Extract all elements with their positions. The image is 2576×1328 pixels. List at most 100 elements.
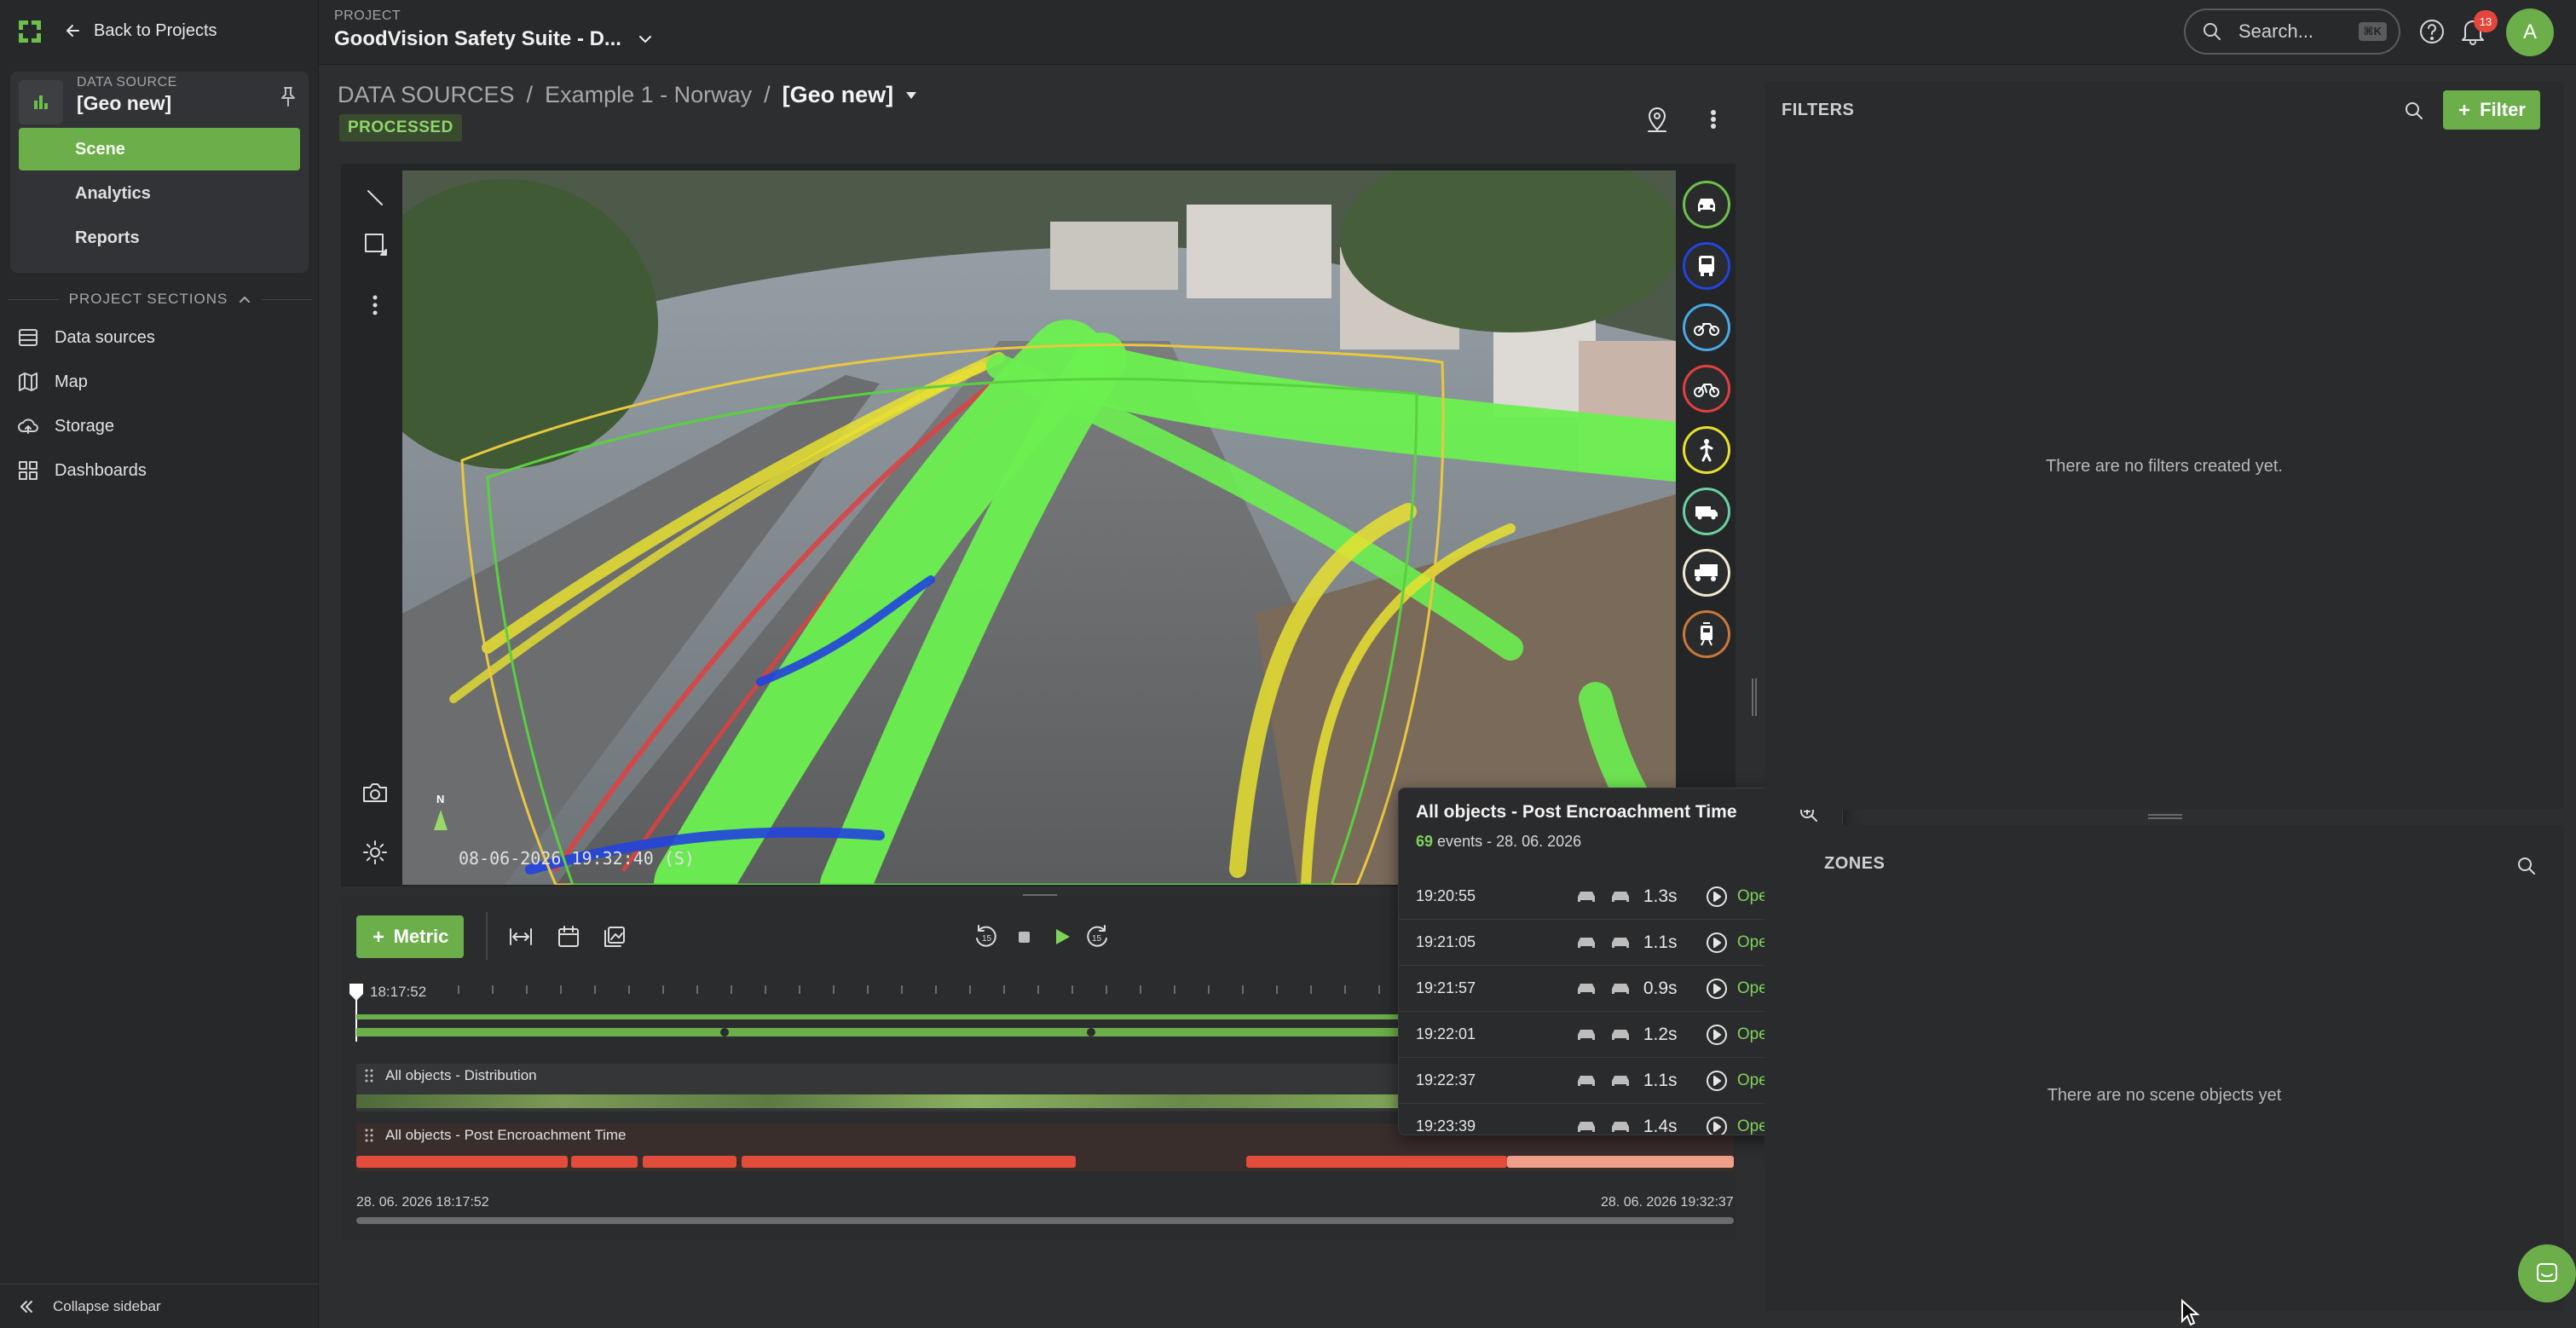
- nav-item-label: Scene: [75, 139, 125, 159]
- zones-panel: ZONES There are no scene objects yet: [1765, 825, 2564, 1311]
- project-selector[interactable]: GoodVision Safety Suite - D...: [334, 27, 654, 51]
- calendar-icon[interactable]: [554, 922, 583, 951]
- search-icon: [2203, 23, 2221, 40]
- vehicle-pair-icons: [1575, 1118, 1632, 1135]
- pin-icon[interactable]: [278, 85, 298, 107]
- project-sections-header[interactable]: PROJECT SECTIONS: [9, 286, 312, 312]
- gallery-icon[interactable]: [600, 922, 629, 951]
- chat-support-button[interactable]: [2518, 1244, 2576, 1302]
- add-filter-button[interactable]: Filter: [2443, 90, 2540, 130]
- horizontal-resize-handle[interactable]: [1751, 678, 1758, 716]
- van-icon[interactable]: [1683, 488, 1730, 535]
- caret-down-icon[interactable]: [905, 91, 917, 100]
- pet-event-bars: [356, 1156, 1734, 1168]
- event-time: 19:22:37: [1416, 1071, 1476, 1088]
- play-circle-icon[interactable]: [1705, 1023, 1729, 1047]
- search-shortcut-badge: ⌘K: [2358, 22, 2387, 41]
- play-circle-icon[interactable]: [1705, 1115, 1729, 1136]
- pedestrian-icon[interactable]: [1683, 426, 1730, 474]
- fit-width-icon[interactable]: [506, 922, 535, 951]
- play-circle-icon[interactable]: [1705, 1069, 1729, 1093]
- bar-chart-icon: [19, 80, 63, 124]
- filters-title: FILTERS: [1782, 101, 1855, 119]
- map-icon: [19, 372, 38, 391]
- panel-split-handle[interactable]: [2148, 813, 2182, 820]
- project-caption: PROJECT: [334, 9, 401, 23]
- event-duration: 1.2s: [1643, 1024, 1678, 1044]
- camera-scene[interactable]: N 08-06-2026 19:32:40 (S): [402, 170, 1676, 885]
- plus-icon: [373, 932, 384, 942]
- car-icon: [1611, 1029, 1629, 1040]
- search-placeholder: Search...: [2238, 20, 2314, 42]
- more-vertical-icon[interactable]: [1696, 102, 1730, 136]
- cloud-upload-icon: [18, 419, 38, 434]
- sidebar-item-dashboards[interactable]: Dashboards: [17, 453, 147, 488]
- back-to-projects-link[interactable]: Back to Projects: [65, 17, 217, 44]
- breadcrumb-data-sources[interactable]: DATA SOURCES: [338, 82, 515, 108]
- add-metric-button[interactable]: Metric: [356, 915, 464, 958]
- search-input[interactable]: Search... ⌘K: [2184, 9, 2400, 55]
- nav-item-analytics[interactable]: Analytics: [19, 172, 300, 215]
- breadcrumb-separator: /: [764, 82, 771, 107]
- collapse-sidebar-button[interactable]: Collapse sidebar: [0, 1284, 319, 1328]
- play-icon[interactable]: [1047, 922, 1076, 951]
- help-icon[interactable]: [2417, 17, 2446, 46]
- breadcrumb-current[interactable]: [Geo new]: [783, 82, 894, 108]
- search-zones-icon[interactable]: [2515, 854, 2538, 878]
- nav-item-scene[interactable]: Scene: [19, 128, 300, 170]
- drag-handle-icon[interactable]: [365, 1068, 373, 1083]
- zones-title: ZONES: [1824, 854, 1886, 873]
- avatar[interactable]: A: [2506, 9, 2554, 56]
- rewind-15-icon[interactable]: 15: [972, 922, 1001, 951]
- sidebar-item-data-sources[interactable]: Data sources: [17, 320, 155, 355]
- zones-empty-message: There are no scene objects yet: [2047, 1086, 2282, 1105]
- drag-handle-icon[interactable]: [365, 1128, 373, 1143]
- sidebar-item-map[interactable]: Map: [17, 365, 88, 399]
- tram-icon[interactable]: [1683, 610, 1730, 658]
- mouse-cursor: [2180, 1299, 2201, 1326]
- track-label: All objects - Distribution: [385, 1067, 537, 1083]
- play-circle-icon[interactable]: [1705, 977, 1729, 1001]
- nav-item-reports[interactable]: Reports: [19, 217, 300, 259]
- geo-pin-icon[interactable]: [1640, 102, 1674, 136]
- chevron-up-icon: [240, 297, 251, 303]
- status-badge: PROCESSED: [339, 114, 462, 141]
- event-count: 69: [1416, 833, 1434, 850]
- plus-icon: [2459, 105, 2470, 115]
- more-tools-icon[interactable]: [355, 285, 396, 326]
- stop-icon[interactable]: [1009, 922, 1038, 951]
- line-tool-icon[interactable]: [355, 177, 396, 218]
- play-circle-icon[interactable]: [1705, 931, 1729, 955]
- sidebar-item-label: Map: [55, 372, 88, 391]
- motorbike-icon[interactable]: [1683, 303, 1730, 351]
- vehicle-pair-icons: [1575, 1072, 1632, 1089]
- sidebar-item-label: Storage: [55, 416, 115, 436]
- search-filters-icon[interactable]: [2402, 99, 2426, 123]
- car-icon: [1611, 937, 1629, 948]
- truck-icon[interactable]: [1683, 549, 1730, 597]
- play-circle-icon[interactable]: [1705, 885, 1729, 909]
- bicycle-icon[interactable]: [1683, 365, 1730, 413]
- sidebar-item-storage[interactable]: Storage: [17, 409, 114, 443]
- car-icon: [1577, 1121, 1595, 1132]
- bus-icon[interactable]: [1683, 242, 1730, 290]
- timeline-scrollbar[interactable]: [356, 1217, 1734, 1224]
- camera-icon[interactable]: [355, 772, 396, 813]
- vehicle-pair-icons: [1575, 934, 1632, 951]
- drawing-toolbar: [349, 170, 402, 883]
- collapse-sidebar-label: Collapse sidebar: [53, 1297, 161, 1314]
- breadcrumb-project[interactable]: Example 1 - Norway: [545, 82, 752, 108]
- arrow-left-icon: [66, 25, 79, 37]
- project-name: GoodVision Safety Suite - D...: [334, 27, 621, 50]
- add-filter-label: Filter: [2480, 99, 2526, 120]
- event-duration: 1.1s: [1643, 932, 1678, 952]
- nav-item-label: Reports: [75, 228, 140, 247]
- car-icon[interactable]: [1683, 181, 1730, 228]
- goodvision-logo-icon[interactable]: [17, 19, 43, 44]
- breadcrumb: DATA SOURCES / Example 1 - Norway / [Geo…: [338, 82, 917, 108]
- forward-15-icon[interactable]: 15: [1083, 922, 1112, 951]
- event-time: 19:20:55: [1416, 887, 1476, 904]
- settings-gear-icon[interactable]: [355, 832, 396, 873]
- rectangle-tool-icon[interactable]: [355, 223, 396, 264]
- event-duration: 1.1s: [1643, 1070, 1678, 1090]
